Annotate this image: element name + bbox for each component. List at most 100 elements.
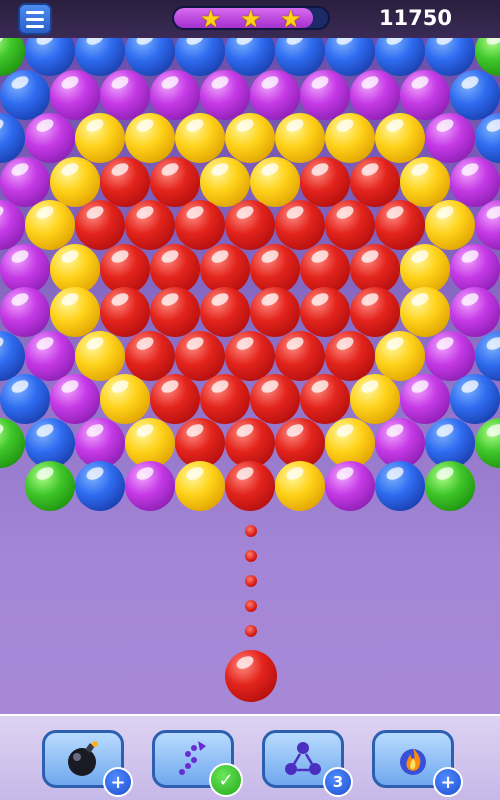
red-bubble (300, 156, 350, 207)
yellow-bubble (100, 374, 150, 424)
red-bubble (225, 330, 275, 381)
check-badge: ✓ (209, 763, 243, 797)
purple-bubble (0, 200, 25, 250)
bomb-booster-button[interactable]: + (42, 730, 133, 797)
yellow-bubble (50, 243, 100, 294)
red-bubble (200, 287, 250, 337)
yellow-bubble (400, 243, 450, 294)
red-bubble (200, 243, 250, 294)
red-bubble (175, 200, 225, 250)
purple-bubble (250, 69, 300, 120)
blue-bubble (0, 330, 25, 381)
aim-guide-booster-button[interactable]: ✓ (152, 730, 243, 797)
shooter-bubble[interactable] (225, 650, 277, 702)
blue-bubble (375, 461, 425, 511)
yellow-bubble (175, 113, 225, 163)
red-bubble (150, 243, 200, 294)
green-bubble (25, 461, 75, 511)
red-bubble (275, 200, 325, 250)
red-bubble (150, 374, 200, 424)
score-progress-bar: ★ ★ ★ (172, 6, 330, 30)
star-icon: ★ (200, 6, 222, 30)
blue-bubble (0, 69, 50, 120)
fireball-booster-button[interactable]: + (372, 730, 463, 797)
purple-bubble (375, 417, 425, 468)
game-screen[interactable]: ★ ★ ★ 11750 + ✓ 3 + (0, 0, 500, 800)
red-bubble (175, 330, 225, 381)
yellow-bubble (375, 113, 425, 163)
red-bubble (100, 287, 150, 337)
blue-bubble (25, 417, 75, 468)
red-bubble (300, 287, 350, 337)
red-bubble (300, 243, 350, 294)
yellow-bubble (75, 113, 125, 163)
aim-guide-icon (179, 741, 206, 775)
blue-bubble (450, 374, 500, 424)
purple-bubble (450, 156, 500, 207)
add-badge[interactable]: + (433, 767, 463, 797)
aim-dot (245, 600, 257, 612)
purple-bubble (425, 330, 475, 381)
add-badge[interactable]: + (103, 767, 133, 797)
yellow-bubble (25, 200, 75, 250)
red-bubble (225, 461, 275, 511)
yellow-bubble (375, 330, 425, 381)
yellow-bubble (125, 113, 175, 163)
yellow-bubble (200, 156, 250, 207)
menu-icon-line (26, 17, 44, 21)
purple-bubble (0, 287, 50, 337)
red-bubble (350, 287, 400, 337)
purple-bubble (0, 156, 50, 207)
purple-bubble (100, 69, 150, 120)
red-bubble (200, 374, 250, 424)
purple-bubble (50, 69, 100, 120)
blue-bubble (75, 461, 125, 511)
aim-dot (245, 575, 257, 587)
yellow-bubble (400, 156, 450, 207)
red-bubble (325, 330, 375, 381)
yellow-bubble (50, 156, 100, 207)
yellow-bubble (350, 374, 400, 424)
yellow-bubble (275, 461, 325, 511)
red-bubble (125, 330, 175, 381)
red-bubble (100, 243, 150, 294)
purple-bubble (400, 374, 450, 424)
yellow-bubble (50, 287, 100, 337)
aim-dot (245, 625, 257, 637)
purple-bubble (450, 287, 500, 337)
purple-bubble (125, 461, 175, 511)
yellow-bubble (125, 417, 175, 468)
red-bubble (275, 417, 325, 468)
yellow-bubble (175, 461, 225, 511)
blue-bubble (450, 69, 500, 120)
purple-bubble (0, 243, 50, 294)
yellow-bubble (75, 330, 125, 381)
yellow-bubble (325, 417, 375, 468)
blue-bubble (425, 417, 475, 468)
red-bubble (175, 417, 225, 468)
red-bubble (125, 200, 175, 250)
purple-bubble (350, 69, 400, 120)
color-swap-booster-button[interactable]: 3 (262, 730, 353, 797)
yellow-bubble (400, 287, 450, 337)
red-bubble (250, 243, 300, 294)
blue-bubble (475, 330, 500, 381)
purple-bubble (50, 374, 100, 424)
purple-bubble (150, 69, 200, 120)
bomb-icon (68, 741, 98, 776)
red-bubble (350, 156, 400, 207)
top-hud: ★ ★ ★ 11750 (0, 0, 500, 38)
menu-icon-line (26, 10, 44, 14)
menu-icon-line (26, 24, 44, 28)
blue-bubble (475, 113, 500, 163)
purple-bubble (300, 69, 350, 120)
red-bubble (375, 200, 425, 250)
purple-bubble (425, 113, 475, 163)
count-badge: 3 (323, 767, 353, 797)
red-bubble (250, 374, 300, 424)
purple-bubble (325, 461, 375, 511)
star-icon: ★ (240, 6, 262, 30)
red-bubble (325, 200, 375, 250)
green-bubble (425, 461, 475, 511)
menu-button[interactable] (18, 3, 52, 35)
